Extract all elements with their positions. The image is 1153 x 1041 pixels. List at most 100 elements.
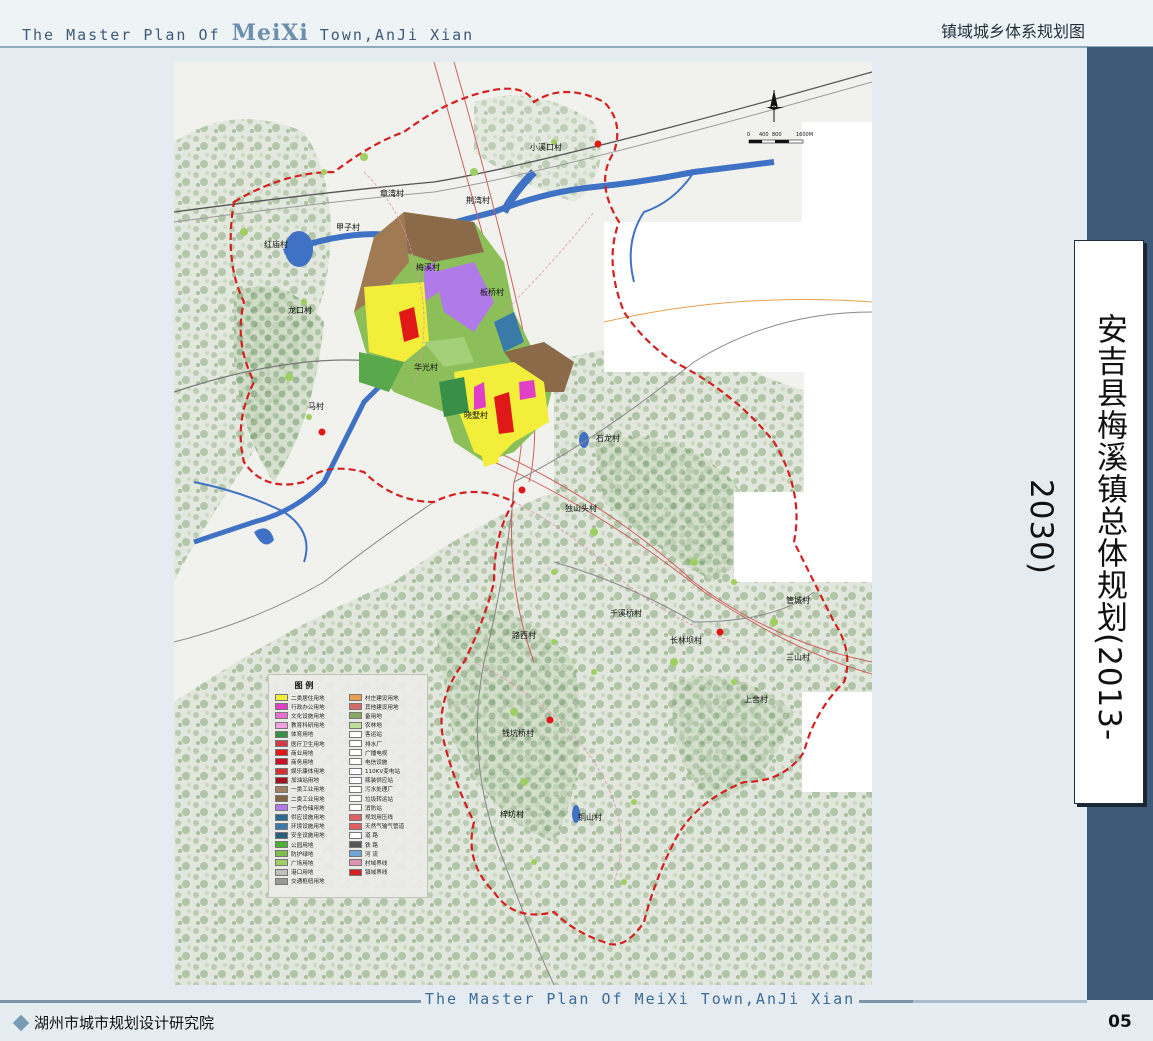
legend-item: 商业用地: [275, 748, 353, 757]
legend-swatch: [349, 822, 362, 830]
village-label: 甲子村: [336, 223, 360, 232]
legend-item: 河 流: [349, 849, 427, 858]
legend-label: 铁 路: [365, 842, 378, 849]
map-canvas[interactable]: 0 400 800 1600M 小溪口村 荆湾村 章湾村 甲子村 红庙村 梅溪村…: [174, 62, 872, 985]
legend-swatch: [275, 694, 288, 702]
legend-item: 二类工业用地: [275, 794, 353, 803]
legend-label: 农林地: [365, 723, 382, 730]
legend-swatch: [275, 740, 288, 748]
legend-swatch: [275, 859, 288, 867]
legend-swatch: [349, 841, 362, 849]
legend-swatch: [275, 841, 288, 849]
legend-label: 安全设施用地: [291, 833, 325, 840]
legend-item: 交通枢纽用地: [275, 877, 353, 886]
legend-swatch: [349, 749, 362, 757]
legend-label: 排水厂: [365, 741, 382, 748]
legend-item: 天然气输气管道: [349, 822, 427, 831]
legend-swatch: [349, 831, 362, 839]
legend-item: 一类仓储用地: [275, 803, 353, 812]
diamond-logo-icon: [12, 1014, 30, 1031]
legend-item: 电信设施: [349, 757, 427, 766]
legend-label: 医疗卫生用地: [291, 741, 325, 748]
village-label: 铜山村: [578, 813, 602, 822]
legend-label: 河 流: [365, 851, 378, 858]
legend-item: 环境设施用地: [275, 822, 353, 831]
legend-label: 二类工业用地: [291, 796, 325, 803]
legend-label: 供应设施用地: [291, 815, 325, 822]
legend-label: 客运站: [365, 732, 382, 739]
legend-swatch: [349, 785, 362, 793]
legend-label: 污水处理厂: [365, 787, 393, 794]
legend-label: 其他建设用地: [365, 704, 399, 711]
header-title-brand: MeiXi: [231, 20, 309, 46]
legend-label: 加油站用地: [291, 778, 319, 785]
legend-swatch: [349, 703, 362, 711]
plan-title-box: 安吉县梅溪镇总体规划(2013-2030): [1023, 240, 1144, 804]
village-label: 梓坊村: [500, 810, 524, 819]
legend-label: 垃圾转运站: [365, 796, 393, 803]
legend-swatch: [349, 795, 362, 803]
legend-label: 文化设施用地: [291, 713, 325, 720]
legend-item: 安全设施用地: [275, 831, 353, 840]
legend-swatch: [275, 758, 288, 766]
village-label: 上舍村: [744, 695, 768, 704]
village-label: 荆湾村: [466, 196, 490, 205]
legend-item: 娱乐康体用地: [275, 767, 353, 776]
village-label: 马村: [308, 402, 324, 411]
legend-swatch: [275, 868, 288, 876]
map-legend: 图 例 二类居住用地 行政办公用地 文化设施用地 教育科研用地 体育用地 医疗卫生用地 商业…: [268, 674, 428, 898]
page-number: 05: [1108, 1012, 1132, 1032]
legend-swatch: [275, 804, 288, 812]
scale-bar: [748, 139, 804, 144]
legend-swatch: [275, 813, 288, 821]
legend-item: 医疗卫生用地: [275, 739, 353, 748]
legend-item: 村域界线: [349, 858, 427, 867]
village-label: 小溪口村: [530, 143, 562, 152]
legend-swatch: [349, 694, 362, 702]
organization-name: 湖州市城市规划设计研究院: [34, 1014, 215, 1032]
scale-label-0: 0: [747, 132, 751, 138]
legend-item: 港口用地: [275, 868, 353, 877]
legend-swatch: [275, 749, 288, 757]
scale-label-400: 400: [759, 132, 769, 138]
legend-swatch: [275, 822, 288, 830]
legend-swatch: [349, 850, 362, 858]
legend-item: 体育用地: [275, 730, 353, 739]
legend-item: 备用地: [349, 711, 427, 720]
legend-item: 农林地: [349, 721, 427, 730]
village-label: 管城村: [786, 596, 810, 605]
legend-label: 消防站: [365, 805, 382, 812]
legend-item: 110KV变电站: [349, 767, 427, 776]
legend-label: 110KV变电站: [365, 769, 400, 776]
map-sheet-title: 镇域城乡体系规划图: [940, 22, 1085, 41]
legend-item: 其他建设用地: [349, 702, 427, 711]
legend-label: 瓶装供应站: [365, 778, 393, 785]
legend-swatch: [275, 703, 288, 711]
legend-label: 港口用地: [291, 870, 314, 877]
legend-item: 规划用压线: [349, 812, 427, 821]
village-label: 路西村: [512, 631, 536, 640]
legend-item: 瓶装供应站: [349, 776, 427, 785]
legend-label: 交通枢纽用地: [291, 879, 325, 886]
legend-swatch: [275, 776, 288, 784]
village-label: 千溪桥村: [610, 609, 642, 618]
village-label: 钱坑桥村: [502, 729, 534, 738]
legend-swatch: [275, 877, 288, 885]
legend-item: 广场用地: [275, 858, 353, 867]
legend-swatch: [275, 712, 288, 720]
legend-swatch: [275, 721, 288, 729]
legend-item: 加油站用地: [275, 776, 353, 785]
legend-label: 村庄建设用地: [365, 695, 399, 702]
legend-label: 行政办公用地: [291, 704, 325, 711]
legend-item: 一类工业用地: [275, 785, 353, 794]
legend-item: 垃圾转运站: [349, 794, 427, 803]
village-label: 梅溪村: [416, 263, 440, 272]
legend-label: 娱乐康体用地: [291, 769, 325, 776]
legend-label: 教育科研用地: [291, 723, 325, 730]
village-label: 板桥村: [480, 288, 504, 297]
header-title-prefix: The Master Plan Of: [22, 26, 232, 44]
legend-item: 排水厂: [349, 739, 427, 748]
legend-swatch: [275, 831, 288, 839]
legend-label: 道 路: [365, 833, 378, 840]
plan-title: 安吉县梅溪镇总体规划(2013-2030): [1023, 312, 1127, 742]
